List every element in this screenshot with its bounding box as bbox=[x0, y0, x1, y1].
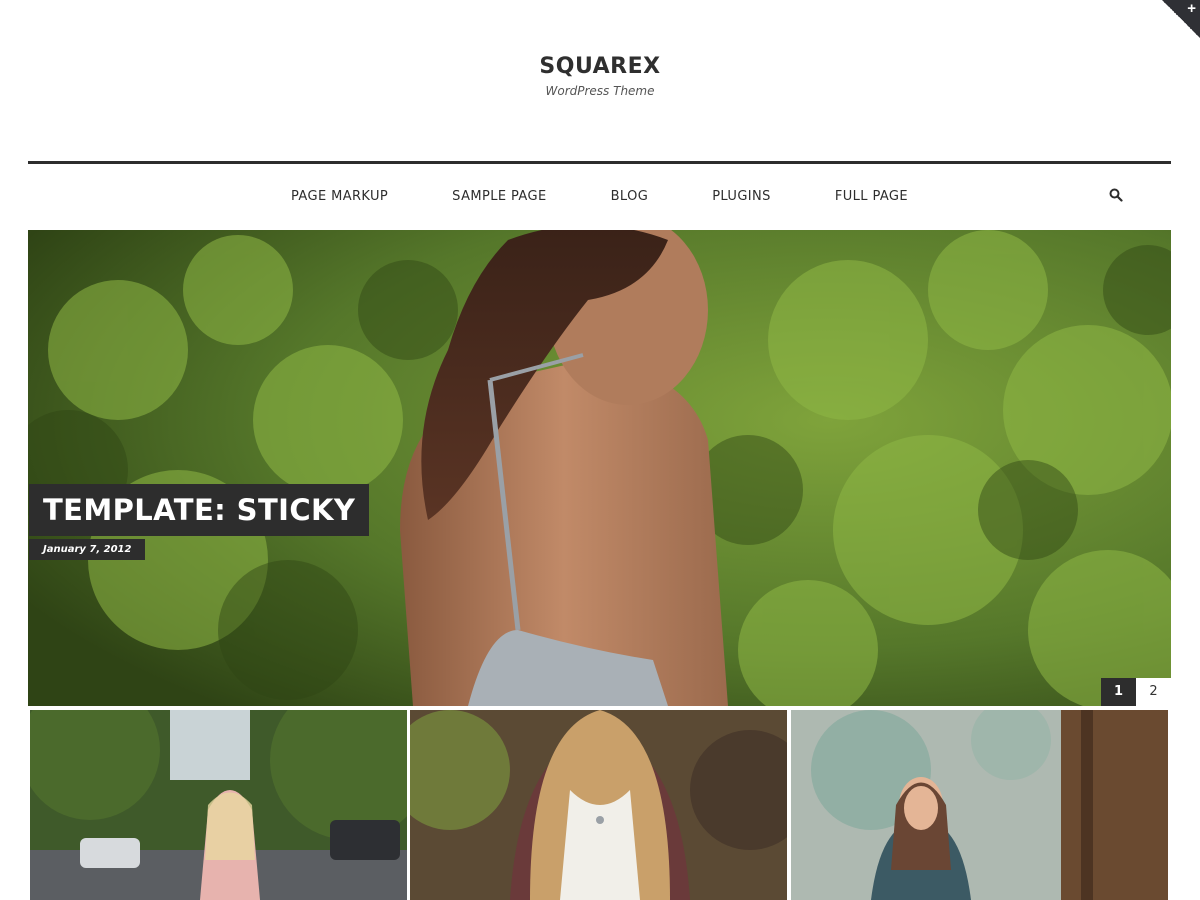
featured-post-title[interactable]: TEMPLATE: STICKY bbox=[29, 484, 370, 536]
search-icon bbox=[1109, 188, 1123, 202]
post-grid bbox=[28, 708, 1171, 900]
corner-toggle[interactable]: + bbox=[1162, 0, 1200, 38]
site-tagline: WordPress Theme bbox=[545, 84, 655, 98]
thumbnail-image bbox=[791, 710, 1168, 900]
plus-icon: + bbox=[1187, 0, 1196, 17]
post-thumbnail-wall[interactable] bbox=[791, 710, 1168, 900]
nav-item-sample-page[interactable]: SAMPLE PAGE bbox=[452, 189, 546, 204]
nav-item-plugins[interactable]: PLUGINS bbox=[712, 189, 771, 204]
thumbnail-image bbox=[410, 710, 787, 900]
slider-pagination: 1 2 bbox=[1101, 678, 1171, 706]
slider-page-2[interactable]: 2 bbox=[1136, 678, 1171, 706]
main-navigation: PAGE MARKUP SAMPLE PAGE BLOG PLUGINS FUL… bbox=[28, 161, 1171, 229]
nav-item-full-page[interactable]: FULL PAGE bbox=[835, 189, 908, 204]
site-header: SQUAREX WordPress Theme bbox=[0, 0, 1200, 162]
featured-slider[interactable]: TEMPLATE: STICKY January 7, 2012 1 2 bbox=[28, 230, 1171, 706]
nav-item-blog[interactable]: BLOG bbox=[611, 189, 649, 204]
site-title[interactable]: SQUAREX bbox=[0, 54, 1200, 79]
nav-item-page-markup[interactable]: PAGE MARKUP bbox=[291, 189, 388, 204]
post-thumbnail-tank-top[interactable] bbox=[410, 710, 787, 900]
featured-image bbox=[28, 230, 1171, 706]
featured-post-date: January 7, 2012 bbox=[29, 539, 146, 560]
nav-list: PAGE MARKUP SAMPLE PAGE BLOG PLUGINS FUL… bbox=[28, 164, 1171, 229]
search-button[interactable] bbox=[1109, 188, 1123, 202]
slider-page-1[interactable]: 1 bbox=[1101, 678, 1136, 706]
post-thumbnail-street[interactable] bbox=[30, 710, 407, 900]
thumbnail-image bbox=[30, 710, 407, 900]
